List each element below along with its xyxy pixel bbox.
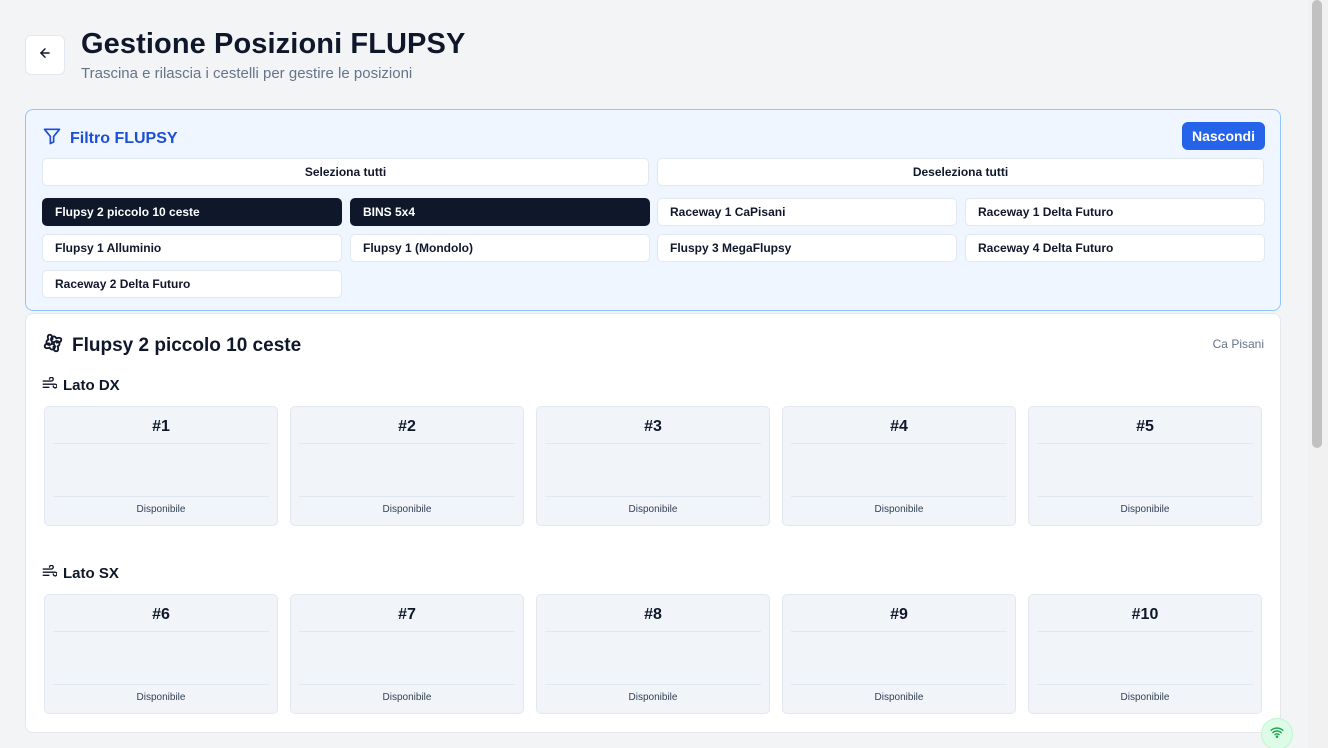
basket-status: Disponibile bbox=[1120, 504, 1170, 515]
flupsy-filter-panel: Filtro FLUPSY Nascondi Seleziona tutti D… bbox=[25, 109, 1281, 311]
basket-slot[interactable]: #10 Disponibile bbox=[1028, 594, 1262, 714]
side-label-sx: Lato SX bbox=[42, 564, 119, 582]
wind-icon bbox=[42, 376, 58, 394]
basket-number: #10 bbox=[1131, 606, 1159, 623]
basket-status: Disponibile bbox=[1120, 692, 1170, 703]
basket-status: Disponibile bbox=[382, 692, 432, 703]
basket-slot[interactable]: #5 Disponibile bbox=[1028, 406, 1262, 526]
filter-icon bbox=[42, 126, 62, 151]
hide-filter-button[interactable]: Nascondi bbox=[1181, 122, 1265, 150]
basket-slot[interactable]: #2 Disponibile bbox=[290, 406, 524, 526]
basket-slot[interactable]: #3 Disponibile bbox=[536, 406, 770, 526]
basket-slot[interactable]: #6 Disponibile bbox=[44, 594, 278, 714]
fan-icon bbox=[42, 332, 64, 359]
arrow-left-icon bbox=[38, 46, 52, 65]
filter-chip[interactable]: Flupsy 1 (Mondolo) bbox=[350, 234, 650, 262]
back-button[interactable] bbox=[25, 35, 65, 75]
filter-header: Filtro FLUPSY bbox=[42, 126, 178, 151]
basket-number: #9 bbox=[890, 606, 908, 623]
filter-chip[interactable]: Raceway 1 Delta Futuro bbox=[965, 198, 1265, 226]
wind-icon bbox=[42, 564, 58, 582]
scrollbar-thumb[interactable] bbox=[1312, 0, 1322, 448]
deselect-all-button[interactable]: Deseleziona tutti bbox=[657, 158, 1264, 186]
page-title: Gestione Posizioni FLUPSY bbox=[81, 28, 466, 60]
flupsy-card: Flupsy 2 piccolo 10 ceste Ca Pisani Lato… bbox=[25, 313, 1281, 733]
flupsy-header: Flupsy 2 piccolo 10 ceste bbox=[42, 332, 301, 359]
basket-number: #6 bbox=[152, 606, 170, 623]
page-subtitle: Trascina e rilascia i cestelli per gesti… bbox=[81, 65, 413, 82]
select-all-button[interactable]: Seleziona tutti bbox=[42, 158, 649, 186]
filter-title: Filtro FLUPSY bbox=[70, 129, 178, 147]
basket-slot[interactable]: #9 Disponibile bbox=[782, 594, 1016, 714]
wifi-icon bbox=[1270, 725, 1284, 744]
filter-chip[interactable]: Raceway 4 Delta Futuro bbox=[965, 234, 1265, 262]
basket-number: #2 bbox=[398, 418, 416, 435]
filter-chip[interactable]: BINS 5x4 bbox=[350, 198, 650, 226]
basket-slot[interactable]: #7 Disponibile bbox=[290, 594, 524, 714]
flupsy-name: Flupsy 2 piccolo 10 ceste bbox=[72, 334, 302, 356]
basket-slot[interactable]: #8 Disponibile bbox=[536, 594, 770, 714]
basket-status: Disponibile bbox=[874, 504, 924, 515]
filter-chip[interactable]: Raceway 1 CaPisani bbox=[657, 198, 957, 226]
basket-status: Disponibile bbox=[136, 504, 186, 515]
side-label-dx: Lato DX bbox=[42, 376, 120, 394]
basket-number: #7 bbox=[398, 606, 416, 623]
basket-status: Disponibile bbox=[382, 504, 432, 515]
flupsy-location: Ca Pisani bbox=[1212, 337, 1264, 351]
filter-chip[interactable]: Flupsy 1 Alluminio bbox=[42, 234, 342, 262]
filter-chip[interactable]: Raceway 2 Delta Futuro bbox=[42, 270, 342, 298]
basket-number: #5 bbox=[1136, 418, 1154, 435]
basket-number: #3 bbox=[644, 418, 662, 435]
basket-number: #4 bbox=[890, 418, 908, 435]
basket-status: Disponibile bbox=[628, 504, 678, 515]
basket-status: Disponibile bbox=[136, 692, 186, 703]
basket-slot[interactable]: #1 Disponibile bbox=[44, 406, 278, 526]
basket-number: #1 bbox=[152, 418, 170, 435]
basket-number: #8 bbox=[644, 606, 662, 623]
basket-status: Disponibile bbox=[628, 692, 678, 703]
filter-chip[interactable]: Flupsy 2 piccolo 10 ceste bbox=[42, 198, 342, 226]
filter-chip[interactable]: Fluspy 3 MegaFlupsy bbox=[657, 234, 957, 262]
page-header: Gestione Posizioni FLUPSY Trascina e ril… bbox=[25, 28, 1281, 88]
basket-slot[interactable]: #4 Disponibile bbox=[782, 406, 1016, 526]
basket-status: Disponibile bbox=[874, 692, 924, 703]
connection-status-badge[interactable] bbox=[1261, 718, 1293, 748]
